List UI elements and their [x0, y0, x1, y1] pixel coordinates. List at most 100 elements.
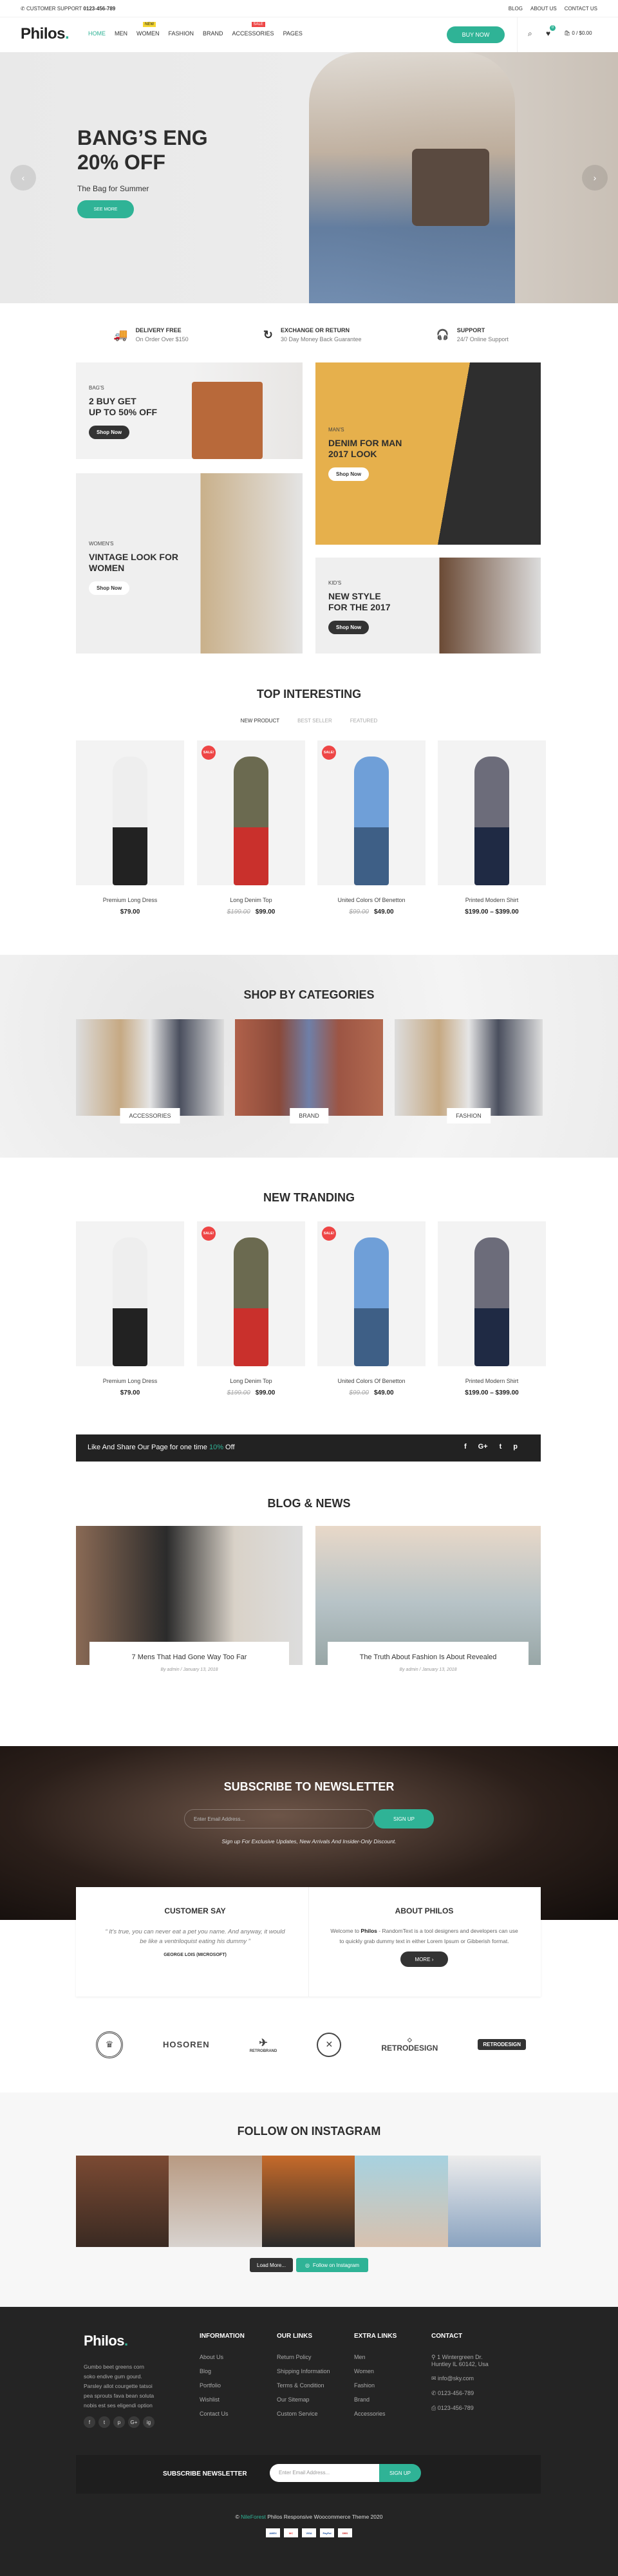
product-card[interactable]: Printed Modern Shirt $199.00 – $399.00 [438, 740, 546, 916]
product-name[interactable]: United Colors Of Benetton [317, 897, 426, 903]
slider-prev-arrow[interactable]: ‹ [10, 165, 36, 191]
newsletter-email-input[interactable]: Enter Email Address... [184, 1809, 374, 1829]
product-image[interactable] [76, 740, 184, 885]
footer-signup-button[interactable]: SIGN UP [379, 2464, 421, 2482]
cart[interactable]: 🛍 0 / $0.00 [564, 30, 592, 36]
product-card[interactable]: SALE! Long Denim Top $199.00 $99.00 [197, 1221, 305, 1396]
blog-post-title[interactable]: The Truth About Fashion Is About Reveale… [328, 1653, 529, 1661]
product-card[interactable]: SALE! United Colors Of Benetton $99.00 $4… [317, 740, 426, 916]
see-more-button[interactable]: SEE MORE [77, 200, 134, 218]
footer-link[interactable]: Fashion [354, 2382, 397, 2389]
nav-men[interactable]: MEN [115, 30, 127, 37]
product-image[interactable] [76, 1221, 184, 1366]
follow-instagram-button[interactable]: ◎ Follow on Instagram [296, 2258, 368, 2272]
product-name[interactable]: Premium Long Dress [76, 897, 184, 903]
footer-link[interactable]: Women [354, 2368, 397, 2374]
twitter-icon[interactable]: t [500, 1443, 502, 1451]
retrobrand-logo[interactable]: ✈ RETROBRAND [250, 2036, 277, 2053]
footer-link[interactable]: Blog [200, 2368, 245, 2374]
blog-post-title[interactable]: 7 Mens That Had Gone Way Too Far [89, 1653, 289, 1661]
footer-link[interactable]: Our Sitemap [277, 2396, 330, 2403]
search-icon[interactable]: ⌕ [528, 29, 532, 39]
nav-fashion[interactable]: FASHION [169, 30, 194, 37]
nileforest-link[interactable]: NileForest [241, 2514, 266, 2520]
tab-featured[interactable]: FEATURED [350, 718, 378, 724]
category-accessories[interactable]: ACCESSORIES [76, 1019, 224, 1123]
footer-link[interactable]: About Us [200, 2354, 245, 2360]
footer-link[interactable]: Return Policy [277, 2354, 330, 2360]
footer-link[interactable]: Portfolio [200, 2382, 245, 2389]
instagram-photo[interactable] [169, 2156, 262, 2247]
facebook-icon[interactable]: f [464, 1443, 467, 1451]
product-card[interactable]: SALE! United Colors Of Benetton $99.00 $4… [317, 1221, 426, 1396]
logo[interactable]: Philos. [21, 25, 70, 43]
product-image[interactable] [438, 1221, 546, 1366]
nav-women[interactable]: NEW WOMEN [136, 22, 160, 37]
category-brand[interactable]: BRAND [235, 1019, 383, 1123]
banner-women[interactable]: WOMEN'S VINTAGE LOOK FOR WOMEN Shop Now [76, 473, 303, 653]
product-image[interactable]: SALE! [317, 1221, 426, 1366]
retrodesign-logo[interactable]: ◇ RETRODESIGN [381, 2036, 438, 2053]
slider-next-arrow[interactable]: › [582, 165, 608, 191]
pinterest-icon[interactable]: p [513, 1443, 518, 1451]
twitter-icon[interactable]: t [98, 2416, 110, 2428]
google-plus-icon[interactable]: G+ [478, 1443, 488, 1451]
blog-card-1[interactable]: 7 Mens That Had Gone Way Too Far By admi… [89, 1642, 289, 1687]
instagram-icon[interactable]: ig [143, 2416, 154, 2428]
nav-brand[interactable]: BRAND [203, 30, 223, 37]
footer-link[interactable]: Men [354, 2354, 397, 2360]
hosoren-logo[interactable]: HOSOREN [163, 2040, 210, 2049]
tab-best-seller[interactable]: BEST SELLER [297, 718, 332, 724]
link-about-us[interactable]: ABOUT US [530, 6, 557, 12]
product-name[interactable]: United Colors Of Benetton [317, 1378, 426, 1384]
tab-new-product[interactable]: NEW PRODUCT [241, 718, 279, 724]
instagram-photo[interactable] [447, 2156, 541, 2247]
banner-bags[interactable]: BAG'S 2 BUY GET UP TO 50% OFF Shop Now [76, 362, 303, 459]
google-plus-icon[interactable]: G+ [128, 2416, 140, 2428]
instagram-photo[interactable] [76, 2156, 169, 2247]
footer-link[interactable]: Shipping Information [277, 2368, 330, 2374]
product-image[interactable] [438, 740, 546, 885]
load-more-button[interactable]: Load More... [250, 2258, 293, 2272]
instagram-photo[interactable] [261, 2156, 355, 2247]
product-name[interactable]: Printed Modern Shirt [438, 1378, 546, 1384]
nav-accessories[interactable]: SALE ACCESSORIES [232, 22, 274, 37]
facebook-icon[interactable]: f [84, 2416, 95, 2428]
banner-kids[interactable]: KID'S NEW STYLE FOR THE 2017 Shop Now [315, 558, 541, 653]
about-more-button[interactable]: MORE › [400, 1951, 448, 1967]
shop-now-button[interactable]: Shop Now [89, 581, 130, 595]
product-image[interactable]: SALE! [317, 740, 426, 885]
banner-men[interactable]: MAN'S DENIM FOR MAN 2017 LOOK Shop Now [315, 362, 541, 545]
product-card[interactable]: SALE! Long Denim Top $199.00 $99.00 [197, 740, 305, 916]
heart-icon[interactable]: ♥ 0 [546, 25, 556, 38]
product-name[interactable]: Long Denim Top [197, 1378, 305, 1384]
blog-card-2[interactable]: The Truth About Fashion Is About Reveale… [328, 1642, 529, 1687]
footer-link[interactable]: Wishlist [200, 2396, 245, 2403]
footer-link[interactable]: Accessories [354, 2411, 397, 2417]
product-card[interactable]: Premium Long Dress $79.00 [76, 1221, 184, 1396]
footer-link[interactable]: Contact Us [200, 2411, 245, 2417]
product-image[interactable]: SALE! [197, 1221, 305, 1366]
product-name[interactable]: Premium Long Dress [76, 1378, 184, 1384]
shop-now-button[interactable]: Shop Now [89, 426, 130, 439]
product-name[interactable]: Long Denim Top [197, 897, 305, 903]
footer-link[interactable]: Terms & Condition [277, 2382, 330, 2389]
footer-link[interactable]: Brand [354, 2396, 397, 2403]
crown-badge-logo[interactable]: ♛ [95, 2031, 123, 2058]
crossed-arrows-badge-logo[interactable]: ✕ [317, 2032, 342, 2057]
link-blog[interactable]: BLOG [509, 6, 523, 12]
footer-link[interactable]: Custom Service [277, 2411, 330, 2417]
newsletter-signup-button[interactable]: SIGN UP [374, 1809, 434, 1829]
link-contact-us[interactable]: CONTACT US [565, 6, 597, 12]
instagram-photo[interactable] [355, 2156, 448, 2247]
product-card[interactable]: Premium Long Dress $79.00 [76, 740, 184, 916]
category-fashion[interactable]: FASHION [395, 1019, 543, 1123]
contact-email[interactable]: ✉ info@sky.com [431, 2375, 496, 2382]
product-name[interactable]: Printed Modern Shirt [438, 897, 546, 903]
product-card[interactable]: Printed Modern Shirt $199.00 – $399.00 [438, 1221, 546, 1396]
shop-now-button[interactable]: Shop Now [328, 467, 370, 481]
product-image[interactable]: SALE! [197, 740, 305, 885]
footer-email-input[interactable]: Enter Email Address... [270, 2464, 379, 2482]
pinterest-icon[interactable]: p [113, 2416, 125, 2428]
nav-pages[interactable]: PAGES [283, 30, 303, 37]
